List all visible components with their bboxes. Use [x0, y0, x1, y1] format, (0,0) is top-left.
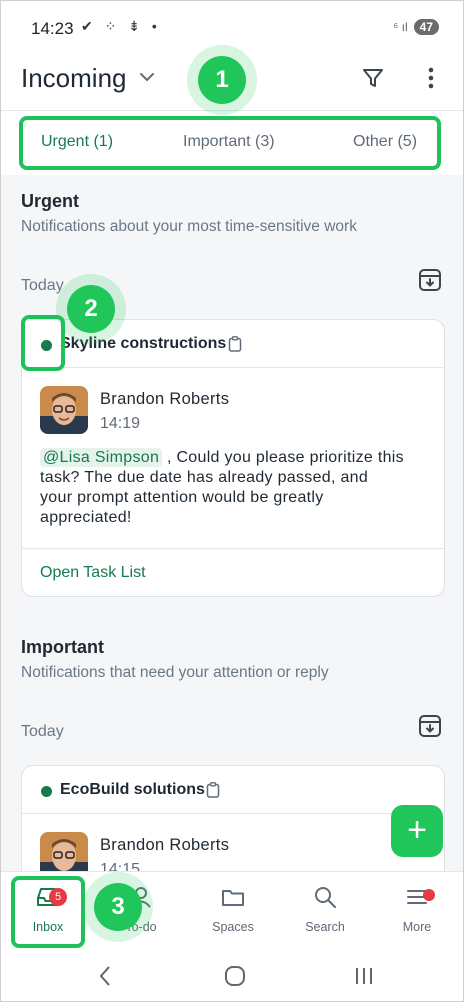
section-subtitle-important: Notifications that need your attention o…	[21, 664, 329, 681]
clipboard-icon	[206, 782, 220, 798]
status-right: ⁶ ıl 47	[393, 19, 439, 35]
nav-label-spaces: Spaces	[212, 920, 254, 934]
mention-tag[interactable]: @Lisa Simpson	[40, 448, 163, 467]
step-number: 3	[94, 883, 142, 931]
nav-label-search: Search	[305, 920, 345, 934]
filter-icon[interactable]	[361, 66, 385, 90]
tab-other[interactable]: Other (5)	[353, 133, 417, 151]
message-line: , Could you please prioritize this	[162, 449, 404, 466]
sender-name: Brandon Roberts	[100, 836, 230, 854]
more-options-icon[interactable]	[421, 65, 441, 91]
search-icon	[315, 887, 336, 908]
avatar	[40, 832, 88, 871]
app-screen: 14:23 ✔ ⁘ ⇟ • ⁶ ıl 47 Incoming Urgent (1…	[0, 0, 464, 1002]
nav-more[interactable]: More	[377, 884, 457, 934]
folder-icon	[222, 890, 244, 906]
more-notification-dot	[423, 889, 435, 901]
message-line: task? The due date has already passed, a…	[40, 469, 369, 486]
section-title-important: Important	[21, 637, 104, 657]
nav-inbox[interactable]: Inbox	[8, 884, 88, 934]
home-icon[interactable]	[223, 964, 247, 988]
bottom-navigation: Inbox 5 To-do Spaces Search More	[1, 871, 463, 953]
recent-apps-icon[interactable]	[353, 965, 375, 987]
system-navigation-bar	[1, 953, 463, 1001]
tab-important[interactable]: Important (3)	[183, 133, 275, 151]
avatar	[40, 386, 88, 434]
message-line: appreciated!	[40, 509, 132, 526]
category-tabs: Urgent (1) Important (3) Other (5)	[1, 112, 463, 174]
tab-urgent[interactable]: Urgent (1)	[41, 133, 113, 151]
nav-search[interactable]: Search	[285, 884, 365, 934]
day-label-today: Today	[21, 723, 64, 740]
chevron-down-icon[interactable]	[139, 71, 155, 83]
section-subtitle-urgent: Notifications about your most time-sensi…	[21, 218, 357, 235]
step-marker-1: 1	[187, 45, 257, 115]
clipboard-icon	[228, 336, 242, 352]
nav-label-inbox: Inbox	[32, 920, 64, 934]
status-bar: 14:23 ✔ ⁘ ⇟ • ⁶ ıl 47	[1, 1, 463, 53]
status-time: 14:23	[31, 19, 74, 38]
back-icon[interactable]	[97, 965, 113, 987]
step-number: 1	[198, 56, 246, 104]
notification-card[interactable]: EcoBuild solutions Brandon Roberts 14:15	[21, 765, 445, 871]
card-header: EcoBuild solutions	[22, 766, 444, 814]
page-title[interactable]: Incoming	[21, 63, 127, 94]
open-task-list-link[interactable]: Open Task List	[40, 564, 146, 582]
section-title-urgent: Urgent	[21, 191, 79, 211]
message-line: your prompt attention would be greatly	[40, 489, 324, 506]
archive-icon[interactable]	[417, 267, 443, 293]
step-number: 2	[67, 285, 115, 333]
step-marker-2: 2	[56, 274, 126, 344]
nav-label-more: More	[402, 920, 432, 934]
battery-indicator: 47	[413, 19, 439, 35]
inbox-count-badge: 5	[49, 888, 67, 906]
unread-dot	[41, 786, 52, 797]
nav-spaces[interactable]: Spaces	[193, 884, 273, 934]
add-button[interactable]: +	[391, 805, 443, 857]
message-time: 14:19	[100, 415, 141, 432]
message-time: 14:15	[100, 861, 141, 871]
message-body: @Lisa Simpson , Could you please priorit…	[40, 448, 430, 528]
project-name[interactable]: EcoBuild solutions	[60, 781, 205, 799]
sender-name: Brandon Roberts	[100, 390, 230, 408]
step-marker-3: 3	[83, 872, 153, 942]
day-label-today: Today	[21, 277, 64, 294]
notification-card[interactable]: Skyline constructions Brandon Roberts 14…	[21, 319, 445, 597]
wifi-signal-icon: ⁶ ıl	[393, 20, 408, 34]
notification-icons: ✔ ⁘ ⇟ •	[81, 18, 161, 34]
archive-icon[interactable]	[417, 713, 443, 739]
card-footer: Open Task List	[22, 548, 444, 596]
